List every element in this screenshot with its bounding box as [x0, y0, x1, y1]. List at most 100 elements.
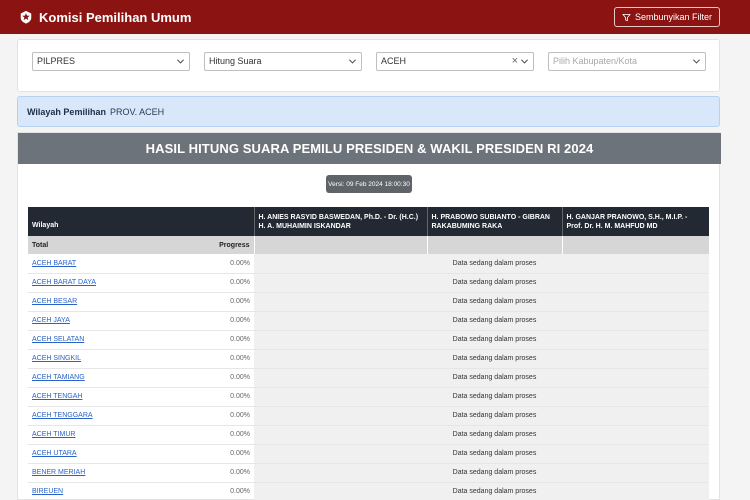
progress-value: 0.00% — [230, 374, 250, 381]
table-row: BIREUEN 0.00% Data sedang dalam proses — [28, 482, 709, 500]
candidate-3-cell — [562, 254, 709, 274]
table-row: ACEH TAMIANG 0.00% Data sedang dalam prose… — [28, 368, 709, 388]
chevron-down-icon — [520, 59, 529, 64]
region-cell: ACEH TIMUR 0.00% — [28, 425, 254, 445]
count-mode-select[interactable]: Hitung Suara — [204, 52, 362, 71]
region-cell: ACEH UTARA 0.00% — [28, 444, 254, 464]
status-cell: Data sedang dalam proses — [427, 349, 562, 369]
filter-panel: PILPRES Hitung Suara ACEH × Pilih Kabupa… — [17, 39, 720, 92]
candidate-1-header: H. ANIES RASYID BASWEDAN, Ph.D. - Dr. (H… — [253, 207, 427, 236]
status-cell: Data sedang dalam proses — [427, 273, 562, 293]
total-candidate-2 — [426, 236, 562, 254]
table-header-row: Wilayah H. ANIES RASYID BASWEDAN, Ph.D. … — [28, 207, 709, 236]
results-title: HASIL HITUNG SUARA PEMILU PRESIDEN & WAK… — [18, 133, 721, 164]
region-link[interactable]: BENER MERIAH — [32, 469, 85, 476]
candidate-1-cell — [254, 425, 427, 445]
status-cell: Data sedang dalam proses — [427, 311, 562, 331]
status-cell: Data sedang dalam proses — [427, 406, 562, 426]
region-cell: ACEH TENGAH 0.00% — [28, 387, 254, 407]
table-row: ACEH SELATAN 0.00% Data sedang dalam prose… — [28, 330, 709, 350]
progress-value: 0.00% — [230, 336, 250, 343]
clear-icon[interactable]: × — [512, 53, 518, 70]
regency-placeholder: Pilih Kabupaten/Kota — [553, 56, 638, 66]
status-cell: Data sedang dalam proses — [427, 482, 562, 500]
table-row: ACEH BESAR 0.00% Data sedang dalam proses — [28, 292, 709, 312]
candidate-3-cell — [562, 406, 709, 426]
region-link[interactable]: ACEH UTARA — [32, 450, 77, 457]
results-table: Wilayah H. ANIES RASYID BASWEDAN, Ph.D. … — [28, 207, 709, 500]
candidate-3-cell — [562, 368, 709, 388]
progress-value: 0.00% — [230, 488, 250, 495]
progress-value: 0.00% — [230, 412, 250, 419]
progress-value: 0.00% — [230, 259, 250, 267]
region-link[interactable]: ACEH BESAR — [32, 298, 77, 305]
progress-value: 0.00% — [230, 298, 250, 305]
chevron-down-icon — [692, 59, 701, 64]
regency-select[interactable]: Pilih Kabupaten/Kota — [548, 52, 706, 71]
region-link[interactable]: ACEH BARAT DAYA — [32, 279, 96, 286]
region-cell: ACEH BARAT DAYA 0.00% — [28, 273, 254, 293]
candidate-3-header: H. GANJAR PRANOWO, S.H., M.I.P. - Prof. … — [561, 207, 709, 236]
app-title[interactable]: Komisi Pemilihan Umum — [39, 10, 191, 25]
progress-value: 0.00% — [230, 431, 250, 438]
candidate-3-cell — [562, 273, 709, 293]
region-link[interactable]: ACEH SELATAN — [32, 336, 84, 343]
kpu-logo-icon[interactable] — [19, 10, 33, 24]
region-cell: BENER MERIAH 0.00% — [28, 463, 254, 483]
progress-value: 0.00% — [230, 393, 250, 400]
hide-filter-button[interactable]: Sembunyikan Filter — [613, 7, 720, 27]
region-link[interactable]: ACEH TAMIANG — [32, 374, 85, 381]
chevron-down-icon — [176, 59, 185, 64]
candidate-1-cell — [254, 330, 427, 350]
top-navbar: Komisi Pemilihan Umum Sembunyikan Filter — [0, 0, 750, 34]
table-row: ACEH TENGGARA 0.00% Data sedang dalam pros… — [28, 406, 709, 426]
election-type-select[interactable]: PILPRES — [32, 52, 190, 71]
candidate-1-cell — [254, 463, 427, 483]
candidate-1-cell — [254, 311, 427, 331]
version-badge: Versi: 09 Feb 2024 18:00:30 — [326, 175, 412, 193]
status-cell: Data sedang dalam proses — [427, 330, 562, 350]
status-cell: Data sedang dalam proses — [427, 463, 562, 483]
region-link[interactable]: ACEH JAYA — [32, 317, 70, 324]
region-link[interactable]: BIREUEN — [32, 488, 63, 495]
candidate-3-cell — [562, 330, 709, 350]
candidate-3-cell — [562, 463, 709, 483]
candidate-1-cell — [254, 254, 427, 274]
progress-value: 0.00% — [230, 355, 250, 362]
region-value: PROV. ACEH — [109, 106, 165, 117]
region-cell: ACEH TAMIANG 0.00% — [28, 368, 254, 388]
status-cell: Data sedang dalam proses — [427, 292, 562, 312]
candidate-3-cell — [562, 292, 709, 312]
region-cell: ACEH JAYA 0.00% — [28, 311, 254, 331]
table-row: ACEH BARAT 0.00% Data sedang dalam proses — [28, 254, 709, 274]
candidate-3-cell — [562, 425, 709, 445]
candidate-3-cell — [562, 482, 709, 500]
region-cell: ACEH BESAR 0.00% — [28, 292, 254, 312]
province-value: ACEH — [381, 56, 407, 66]
region-cell: ACEH BARAT 0.00% — [28, 254, 254, 274]
candidate-1-cell — [254, 273, 427, 293]
candidate-1-cell — [254, 406, 427, 426]
region-link[interactable]: ACEH TENGAH — [32, 393, 82, 400]
status-cell: Data sedang dalam proses — [427, 425, 562, 445]
province-select[interactable]: ACEH × — [376, 52, 534, 71]
progress-value: 0.00% — [230, 279, 250, 286]
table-row: ACEH TENGAH 0.00% Data sedang dalam proses — [28, 387, 709, 407]
candidate-3-cell — [562, 444, 709, 464]
region-label: Wilayah Pemilihan — [27, 106, 106, 117]
region-link[interactable]: ACEH BARAT — [32, 260, 76, 267]
total-candidate-1 — [253, 236, 427, 254]
hide-filter-label: Sembunyikan Filter — [634, 12, 712, 22]
region-cell: ACEH SELATAN 0.00% — [28, 330, 254, 350]
count-mode-value: Hitung Suara — [209, 56, 262, 66]
table-row: ACEH BARAT DAYA 0.00% Data sedang dalam pr… — [28, 273, 709, 293]
region-link[interactable]: ACEH TIMUR — [32, 431, 75, 438]
region-cell: ACEH SINGKIL 0.00% — [28, 349, 254, 369]
candidate-1-cell — [254, 349, 427, 369]
region-link[interactable]: ACEH SINGKIL — [32, 355, 81, 362]
chevron-down-icon — [348, 59, 357, 64]
candidate-2-header: H. PRABOWO SUBIANTO - GIBRAN RAKABUMING … — [426, 207, 562, 236]
results-panel: HASIL HITUNG SUARA PEMILU PRESIDEN & WAK… — [17, 132, 721, 500]
region-link[interactable]: ACEH TENGGARA — [32, 412, 93, 419]
total-row: Total Progress — [28, 236, 709, 254]
